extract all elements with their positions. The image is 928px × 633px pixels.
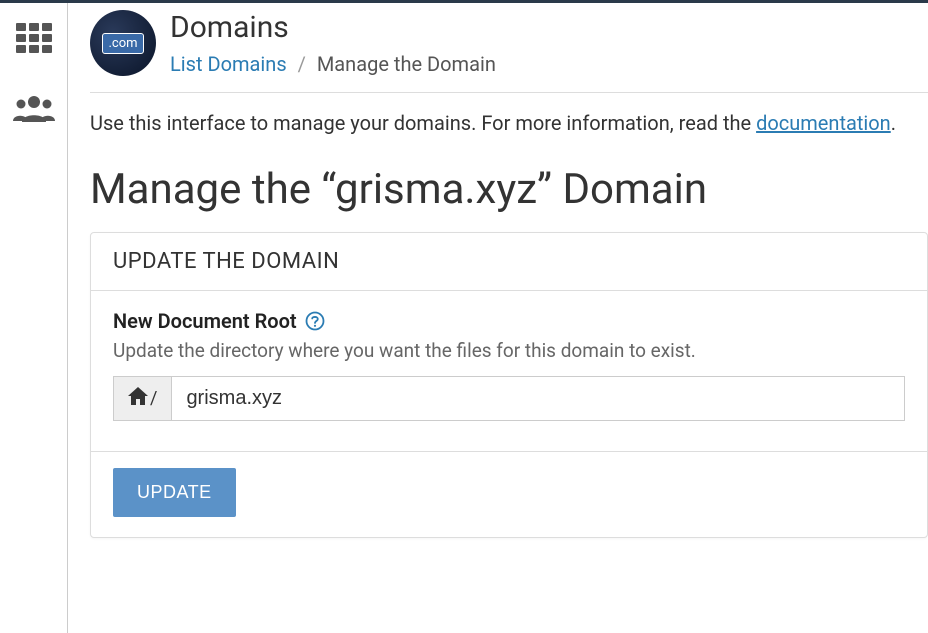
update-button[interactable]: UPDATE xyxy=(113,468,236,517)
sidebar xyxy=(0,0,68,633)
panel-heading: UPDATE THE DOMAIN xyxy=(91,233,927,291)
dotcom-badge: .com xyxy=(102,33,143,54)
breadcrumb-link-list-domains[interactable]: List Domains xyxy=(170,52,287,76)
intro-text: Use this interface to manage your domain… xyxy=(90,111,928,135)
main-content: .com Domains List Domains / Manage the D… xyxy=(68,0,928,633)
breadcrumb: List Domains / Manage the Domain xyxy=(170,52,496,76)
page-header: .com Domains List Domains / Manage the D… xyxy=(90,10,928,93)
intro-pre: Use this interface to manage your domain… xyxy=(90,111,756,135)
doc-root-label-text: New Document Root xyxy=(113,309,297,333)
help-icon[interactable] xyxy=(305,311,325,331)
home-icon xyxy=(128,387,148,410)
input-addon-home: / xyxy=(113,376,171,421)
manage-domain-heading: Manage the “grisma.xyz” Domain xyxy=(90,165,928,214)
update-domain-panel: UPDATE THE DOMAIN New Document Root Upda… xyxy=(90,232,928,538)
breadcrumb-separator: / xyxy=(292,52,312,76)
doc-root-label: New Document Root xyxy=(113,309,905,333)
doc-root-input[interactable] xyxy=(171,376,905,421)
domain-module-icon: .com xyxy=(90,10,156,76)
path-slash: / xyxy=(150,388,157,409)
users-group-icon[interactable] xyxy=(9,88,59,128)
top-accent-bar xyxy=(0,0,928,3)
doc-root-description: Update the directory where you want the … xyxy=(113,339,905,362)
breadcrumb-current: Manage the Domain xyxy=(317,52,496,76)
panel-footer: UPDATE xyxy=(91,451,927,537)
page-title: Domains xyxy=(170,10,496,46)
doc-root-input-group: / xyxy=(113,376,905,421)
apps-grid-icon[interactable] xyxy=(9,18,59,58)
documentation-link[interactable]: documentation xyxy=(756,111,891,135)
intro-post: . xyxy=(891,111,896,135)
